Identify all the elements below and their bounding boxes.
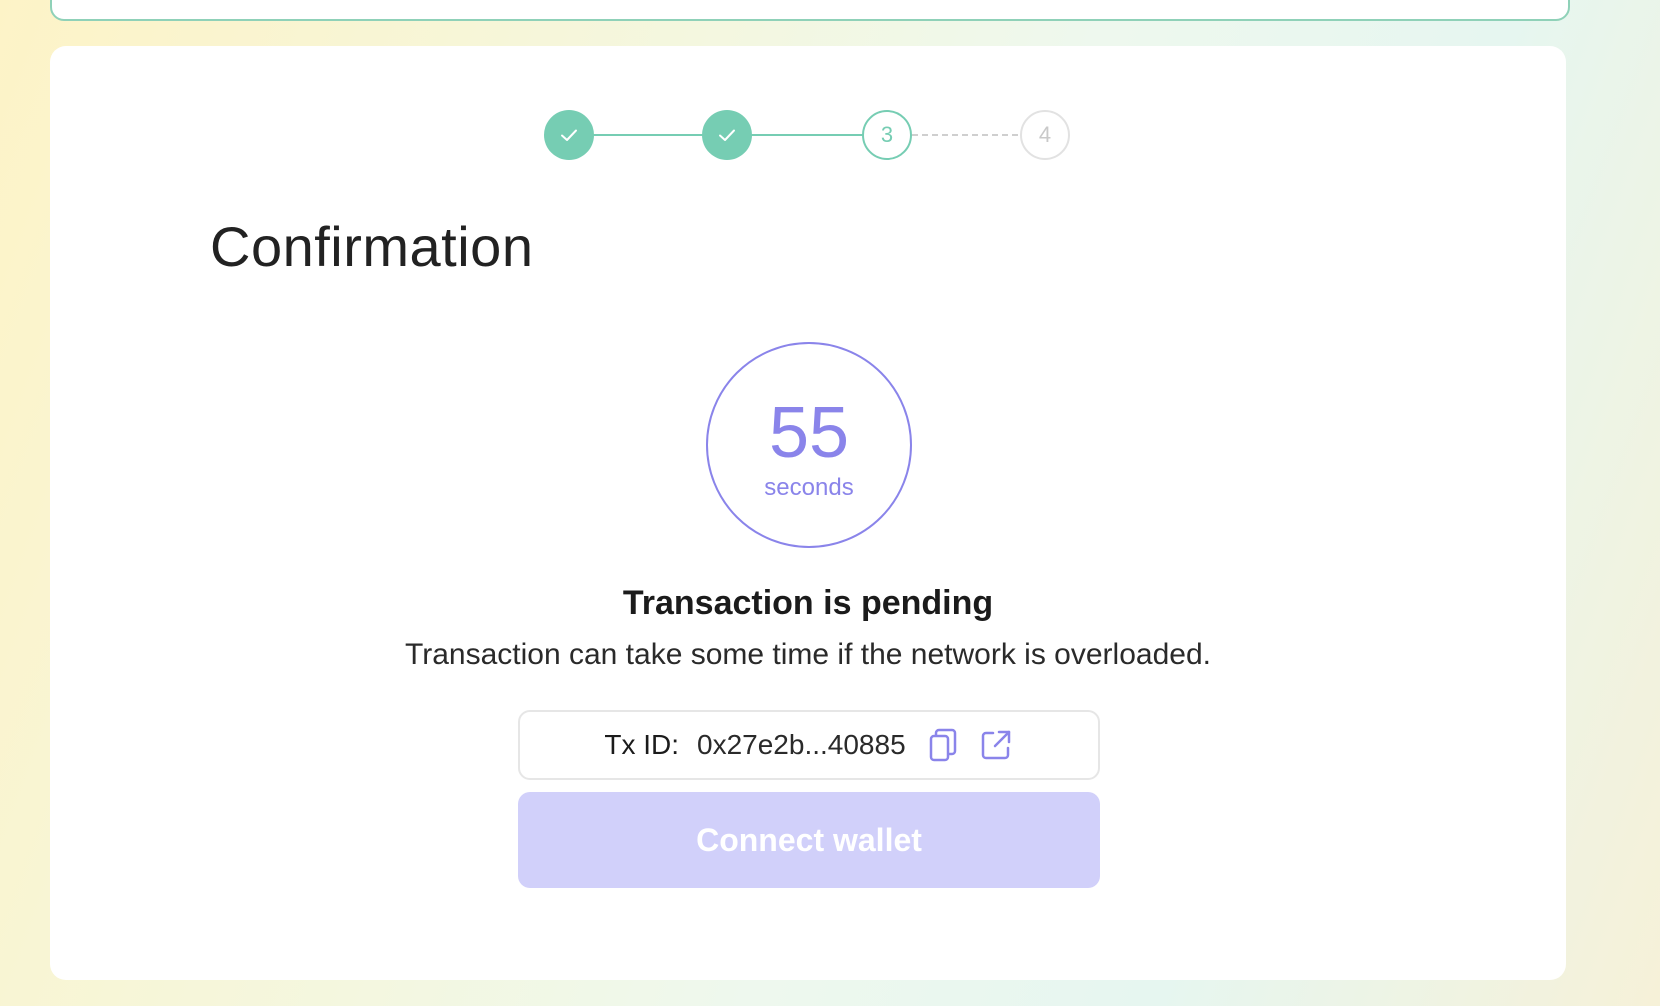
step-number: 3 xyxy=(880,122,894,147)
countdown-unit: seconds xyxy=(764,474,854,501)
status-title: Transaction is pending xyxy=(622,584,994,622)
copy-icon[interactable] xyxy=(926,727,962,763)
external-link-icon[interactable] xyxy=(978,727,1014,763)
stepper-line-1 xyxy=(590,134,704,136)
countdown-timer: 55 seconds xyxy=(706,342,912,548)
tx-id-box: Tx ID: 0x27e2b...40885 xyxy=(518,710,1100,780)
page-title: Confirmation xyxy=(210,215,534,278)
tx-id-value: 0x27e2b...40885 xyxy=(697,729,906,760)
countdown-value: 55 xyxy=(768,393,850,473)
step-number: 4 xyxy=(1038,122,1052,147)
top-panel xyxy=(50,0,1570,21)
check-icon xyxy=(715,123,739,147)
stepper-line-2 xyxy=(750,134,868,136)
stepper-line-3 xyxy=(912,134,1028,136)
check-icon xyxy=(557,123,581,147)
tx-id-label: Tx ID: xyxy=(604,729,680,760)
step-1-complete xyxy=(544,110,594,160)
confirmation-card: 3 4 Confirmation 55 seconds Transaction … xyxy=(50,46,1566,980)
step-2-complete xyxy=(702,110,752,160)
status-description: Transaction can take some time if the ne… xyxy=(405,638,1211,671)
connect-wallet-button[interactable]: Connect wallet xyxy=(518,792,1100,888)
step-3-current: 3 xyxy=(862,110,912,160)
step-4-upcoming: 4 xyxy=(1020,110,1070,160)
